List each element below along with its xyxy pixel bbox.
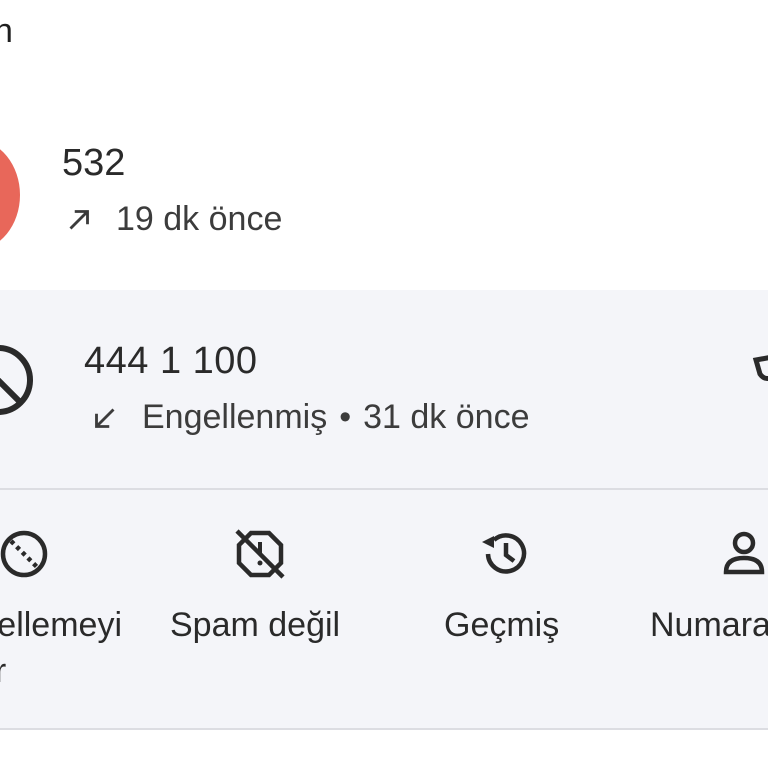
avatar[interactable] — [0, 140, 20, 250]
unblock-icon — [0, 530, 48, 578]
history-button[interactable]: Geçmiş — [420, 490, 600, 730]
action-bar: ellemeyi aldır Spam değil — [0, 490, 768, 730]
arrow-up-right-icon — [69, 209, 89, 230]
page-title-fragment: n — [0, 12, 13, 50]
not-spam-icon — [235, 529, 285, 579]
action-label: Geçmiş — [444, 606, 560, 644]
call-status: Engellenmiş — [142, 398, 328, 436]
blocked-icon — [0, 345, 33, 415]
call-time: 31 dk önce — [363, 398, 530, 436]
action-label: ellemeyi aldır — [0, 606, 122, 690]
expanded-call-item: 444 1 100 Engellenmiş • 31 dk önce ellem… — [0, 290, 768, 730]
shield-icon[interactable] — [752, 350, 768, 390]
divider — [0, 728, 768, 730]
call-log-item[interactable]: 532 19 dk önce — [0, 120, 768, 290]
add-contact-icon — [723, 531, 765, 575]
unblock-button[interactable]: ellemeyi aldır — [0, 490, 140, 730]
arrow-down-left-icon — [95, 407, 115, 428]
call-meta: 19 dk önce — [62, 200, 282, 239]
action-label: Spam değil — [170, 606, 341, 644]
history-icon — [482, 533, 527, 574]
call-time: 19 dk önce — [116, 200, 283, 238]
call-meta: Engellenmiş • 31 dk önce — [88, 398, 529, 437]
not-spam-button[interactable]: Spam değil — [160, 490, 364, 730]
add-contact-button[interactable]: Numara — [640, 490, 768, 730]
call-number: 444 1 100 — [84, 340, 258, 382]
call-log-screen: n 532 19 dk önce 444 1 100 Engellenmiş •… — [0, 0, 768, 768]
action-label: Numara — [650, 606, 768, 644]
call-number: 532 — [62, 142, 126, 184]
meta-separator: • — [339, 398, 352, 436]
